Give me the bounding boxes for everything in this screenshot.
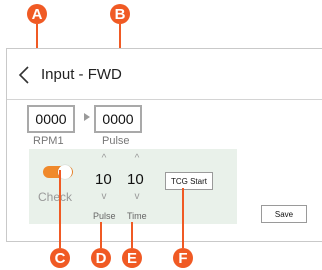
save-button[interactable]: Save [261,205,307,223]
time-down-icon[interactable]: v [131,191,143,202]
time-up-icon[interactable]: ^ [131,153,143,164]
time-value: 10 [127,171,144,188]
pulse-label: Pulse [102,135,130,147]
input-panel: Input - FWD 0000 0000 RPM1 Pulse Check ^… [6,48,322,242]
marker-e: E [122,248,142,268]
check-toggle[interactable] [43,165,73,179]
pulse-stepper-label: Pulse [93,211,116,221]
page-title: Input - FWD [41,66,122,83]
header-divider [7,99,322,100]
arrow-right-icon [84,113,90,121]
marker-b: B [110,4,130,24]
back-icon[interactable] [17,65,31,85]
pulse-down-icon[interactable]: v [98,191,110,202]
marker-c-pointer [59,170,61,248]
pulse-input[interactable]: 0000 [94,105,142,133]
marker-a: A [27,4,47,24]
marker-f: F [173,248,193,268]
time-stepper-label: Time [127,211,147,221]
pulse-up-icon[interactable]: ^ [98,153,110,164]
pulse-value: 10 [95,171,112,188]
marker-d: D [91,248,111,268]
marker-f-pointer [182,188,184,248]
check-label: Check [38,190,73,204]
marker-d-pointer [100,222,102,248]
rpm-input[interactable]: 0000 [27,105,75,133]
marker-e-pointer [131,222,133,248]
tcg-start-button[interactable]: TCG Start [165,172,213,190]
rpm-label: RPM1 [33,135,64,147]
marker-c: C [50,248,70,268]
